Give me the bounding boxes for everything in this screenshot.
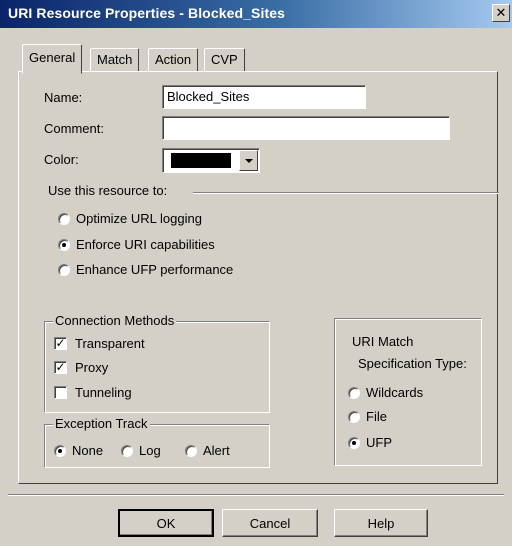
comment-field[interactable]	[162, 116, 450, 140]
checkbox-proxy[interactable]: ✓ Proxy	[54, 359, 108, 377]
tab-general[interactable]: General	[22, 44, 83, 74]
radio-button[interactable]	[348, 410, 360, 423]
radio-match-file[interactable]: File	[348, 408, 387, 426]
uri-match-title-line1: URI Match	[352, 334, 414, 349]
radio-label: Enhance UFP performance	[76, 262, 234, 278]
radio-button-selected[interactable]	[348, 436, 360, 449]
radio-exception-none[interactable]: None	[54, 442, 103, 460]
exception-track-title: Exception Track	[53, 416, 150, 431]
color-label: Color:	[44, 152, 79, 167]
title-bar: URI Resource Properties - Blocked_Sites …	[0, 0, 512, 28]
radio-button[interactable]	[121, 444, 133, 457]
radio-label: None	[72, 443, 104, 459]
checkbox-label: Tunneling	[75, 385, 132, 401]
name-field[interactable]: Blocked_Sites	[162, 85, 366, 109]
radio-label: Optimize URL logging	[76, 211, 202, 227]
separator-line	[193, 192, 499, 194]
radio-button[interactable]	[348, 386, 360, 399]
connection-methods-title: Connection Methods	[53, 313, 177, 328]
color-dropdown[interactable]	[162, 148, 260, 173]
checkbox[interactable]: ✓	[54, 361, 67, 375]
radio-optimize-url-logging[interactable]: Optimize URL logging	[58, 210, 202, 228]
radio-label: Enforce URI capabilities	[76, 237, 215, 253]
name-label: Name:	[44, 90, 83, 105]
radio-match-ufp[interactable]: UFP	[348, 434, 392, 452]
radio-exception-log[interactable]: Log	[121, 442, 161, 460]
tab-match[interactable]: Match	[90, 48, 140, 72]
window-title: URI Resource Properties - Blocked_Sites	[8, 5, 285, 21]
checkbox[interactable]	[54, 386, 67, 400]
checkbox-label: Proxy	[75, 360, 109, 376]
radio-label: UFP	[366, 435, 392, 451]
radio-label: Alert	[203, 443, 230, 459]
radio-button[interactable]	[58, 263, 70, 276]
radio-exception-alert[interactable]: Alert	[185, 442, 230, 460]
radio-match-wildcards[interactable]: Wildcards	[348, 384, 423, 402]
ok-button[interactable]: OK	[118, 509, 214, 537]
cancel-button[interactable]: Cancel	[222, 509, 318, 537]
checkbox-label: Transparent	[75, 336, 145, 352]
color-swatch	[171, 153, 231, 168]
radio-button-selected[interactable]	[54, 444, 66, 457]
radio-enforce-uri-capabilities[interactable]: Enforce URI capabilities	[58, 236, 215, 254]
tab-action[interactable]: Action	[148, 48, 199, 72]
dropdown-button[interactable]	[239, 150, 258, 171]
radio-button-selected[interactable]	[58, 238, 70, 251]
help-button[interactable]: Help	[334, 509, 428, 537]
close-icon[interactable]: ✕	[492, 4, 510, 22]
use-resource-label: Use this resource to:	[48, 183, 168, 198]
radio-button[interactable]	[58, 212, 70, 225]
checkbox-transparent[interactable]: ✓ Transparent	[54, 335, 145, 353]
radio-enhance-ufp-performance[interactable]: Enhance UFP performance	[58, 261, 233, 279]
uri-match-title-line2: Specification Type:	[358, 356, 467, 371]
radio-label: Wildcards	[366, 385, 424, 401]
checkbox[interactable]: ✓	[54, 337, 67, 351]
footer-separator	[8, 494, 504, 496]
comment-label: Comment:	[44, 121, 104, 136]
checkbox-tunneling[interactable]: Tunneling	[54, 384, 132, 402]
radio-button[interactable]	[185, 444, 197, 457]
radio-label: Log	[139, 443, 161, 459]
chevron-down-icon	[245, 159, 253, 163]
radio-label: File	[366, 409, 387, 425]
tab-cvp[interactable]: CVP	[204, 48, 245, 72]
